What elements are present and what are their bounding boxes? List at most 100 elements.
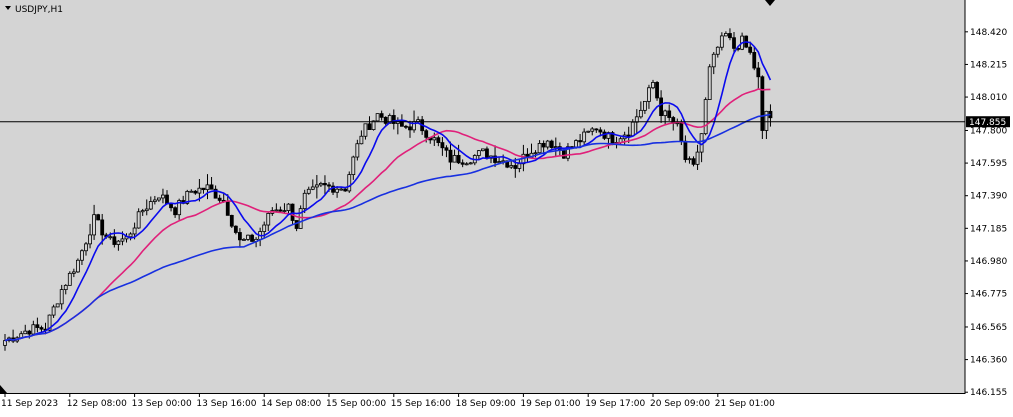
candle-bull [452,155,457,163]
candle-bear [440,142,445,149]
candle-bear [237,232,242,241]
price-tick-label: 148.010 [970,93,1007,103]
candle-bull [197,187,202,194]
candle-bull [480,148,485,152]
candle-bull [92,214,96,236]
candle-bull [132,227,137,235]
candle-bear [626,134,631,137]
candle-bull [630,121,635,137]
candle-bull [663,110,668,117]
candle-bull [586,130,591,133]
time-tick-label: 13 Sep 16:00 [196,399,256,409]
candle-bear [756,67,761,78]
time-tick-label: 13 Sep 00:00 [132,399,192,409]
candle-bear [679,122,684,142]
candle-bull [468,162,473,165]
candle-bull [262,224,267,232]
candle-bull [537,143,542,154]
candle-bull [533,152,538,155]
candle-bear [343,188,348,192]
candle-bull [647,87,651,102]
candle-bear [424,130,429,138]
symbol-timeframe-label: USDJPY,H1 [15,5,63,15]
candle-bear [294,220,299,229]
candle-bull [464,163,469,166]
candle-bear [367,123,372,130]
candle-bull [76,259,80,273]
candle-bear [460,162,465,165]
candle-bear [100,219,105,236]
candle-bull [517,163,522,169]
candle-bear [165,194,169,205]
candle-bull [144,208,149,212]
candle-bull [359,135,364,145]
candle-bull [242,239,246,241]
candle-bear [598,129,603,133]
candle-bear [659,97,663,117]
candle-bull [302,192,307,210]
candle-bear [760,76,765,131]
candle-bull [88,234,92,245]
candle-bull [140,210,145,213]
candle-bull [724,33,728,37]
candle-bear [444,147,449,151]
candle-bull [156,197,161,201]
time-tick-label: 18 Sep 09:00 [456,399,516,409]
candle-bull [553,146,558,149]
candle-bull [711,53,716,68]
price-tick-label: 146.565 [970,323,1007,333]
candle-bull [347,174,352,192]
candle-bull [335,188,340,193]
candle-bull [286,203,291,211]
price-chart[interactable]: 148.420148.215148.010147.800147.595147.3… [0,0,1013,413]
candle-bull [128,233,133,238]
candle-bull [339,188,344,191]
candle-bear [594,128,599,131]
candle-bear [225,200,230,216]
candle-bear [233,225,238,233]
candle-bear [112,236,117,245]
candle-bear [683,140,688,160]
candle-bear [513,165,518,169]
candle-bull [590,128,595,132]
price-tick-label: 148.420 [970,28,1007,38]
candle-bull [136,211,141,229]
candle-bull [687,158,692,161]
time-tick-label: 19 Sep 01:00 [520,399,580,409]
candle-bear [173,207,178,216]
time-tick-label: 15 Sep 16:00 [391,399,451,409]
candle-bear [209,184,214,190]
chart-window[interactable]: 148.420 148.215 148.010 147.800 147.595 147.3… [0,0,1013,413]
candle-bull [306,188,311,194]
candle-bull [638,109,643,118]
candle-bull [23,330,28,335]
current-price-label: 147.855 [966,116,1010,128]
candle-bull [274,209,279,212]
candle-bear [379,113,384,118]
candle-bull [246,234,250,240]
candle-bull [152,199,157,202]
candle-bull [108,236,113,239]
candle-bull [71,271,76,274]
time-tick-label: 12 Sep 08:00 [67,399,127,409]
candle-bear [655,82,659,99]
candle-bull [375,113,380,122]
candle-bear [383,116,388,124]
candle-bull [703,99,708,135]
candle-bull [67,272,72,286]
candle-bull [363,123,368,137]
candle-bull [719,35,724,48]
time-tick-label: 21 Sep 01:00 [715,399,775,409]
candle-bull [31,324,36,335]
candle-bull [432,137,437,141]
time-tick-label: 20 Sep 09:00 [650,399,710,409]
candle-bull [120,238,125,242]
candle-bear [541,143,546,148]
candle-bear [96,214,101,221]
candle-bear [278,209,283,212]
time-tick-label: 11 Sep 2023 [1,399,58,409]
candle-bear [169,203,173,209]
candle-bear [201,187,206,191]
candle-bull [3,340,7,346]
price-tick-label: 147.185 [970,224,1007,234]
